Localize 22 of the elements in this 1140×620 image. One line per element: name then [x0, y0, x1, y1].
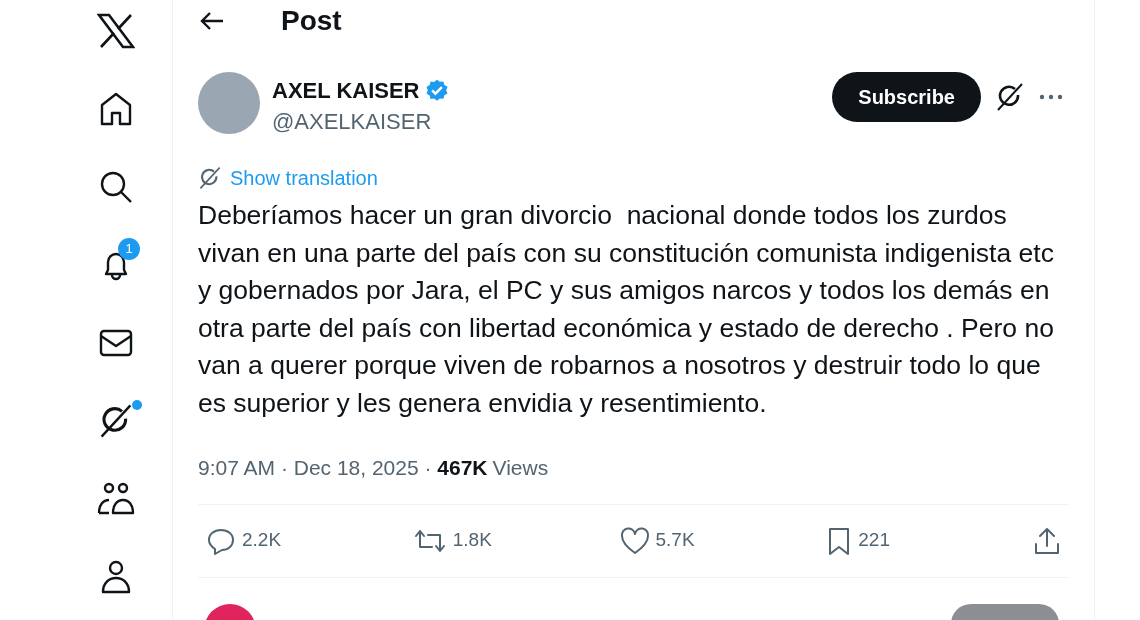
share-button[interactable] — [1033, 525, 1061, 556]
views-count: 467K — [437, 455, 488, 481]
like-button[interactable]: 5.7K — [619, 526, 827, 555]
views-label: Views — [492, 455, 549, 481]
notification-badge: 1 — [118, 238, 140, 260]
people-icon[interactable] — [96, 481, 136, 517]
heart-icon — [619, 526, 650, 555]
x-logo-icon[interactable] — [97, 13, 135, 49]
repost-button[interactable]: 1.8K — [412, 526, 620, 555]
subscribe-button[interactable]: Subscribe — [832, 72, 981, 122]
author-handle: @AXELKAISER — [272, 108, 433, 136]
bookmark-button[interactable]: 221 — [826, 525, 1033, 556]
home-icon[interactable] — [98, 91, 134, 127]
reply-button[interactable]: 2.2K — [206, 525, 413, 556]
post-timestamp[interactable]: 9:07 AM · Dec 18, 2025 · — [198, 452, 438, 484]
share-icon — [1033, 525, 1061, 556]
author-name[interactable]: AXEL KAISER — [272, 74, 420, 107]
page-title: Post — [281, 4, 342, 38]
back-arrow-icon[interactable] — [199, 11, 225, 31]
post-text: Deberíamos hacer un gran divorcio nacional donde todos los zurdos vivan en una parte del país con su constitución comunista indigenista etc y gobernados por Jara, el PC y sus amigos narcos y todos los demás en otra parte del país con libertad económica y estado de derecho . Pero no van a querer porque viven de robarnos a nosotros y destruir todo lo que es superior y les genera envidia y resentimiento. — [198, 199, 1055, 420]
more-icon[interactable] — [1039, 94, 1063, 100]
search-icon[interactable] — [98, 169, 134, 205]
